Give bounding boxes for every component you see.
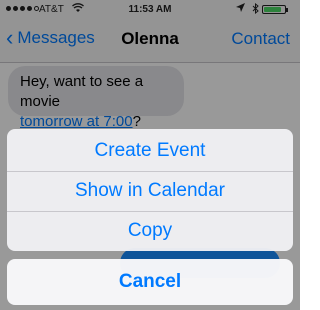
create-event-button[interactable]: Create Event bbox=[7, 131, 293, 171]
copy-button[interactable]: Copy bbox=[7, 211, 293, 251]
cancel-button[interactable]: Cancel bbox=[7, 259, 293, 305]
action-sheet: Create Event Show in Calendar Copy bbox=[7, 129, 293, 251]
show-in-calendar-button[interactable]: Show in Calendar bbox=[7, 171, 293, 211]
